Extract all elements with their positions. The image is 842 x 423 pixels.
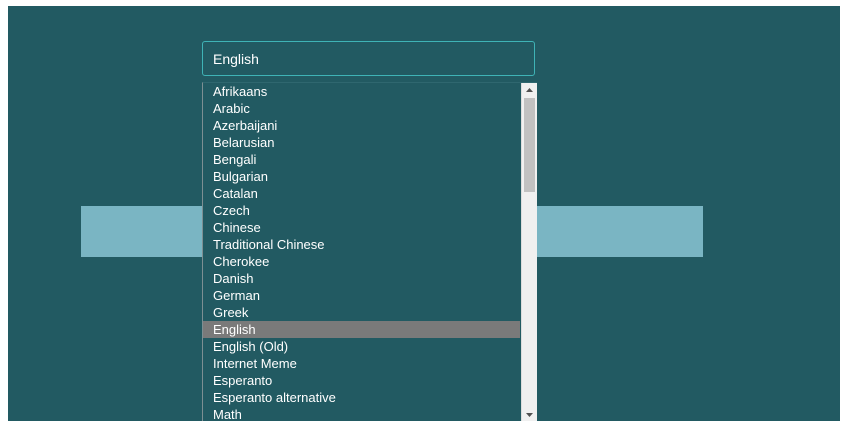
language-option[interactable]: Traditional Chinese [203, 236, 520, 253]
language-option[interactable]: English [203, 321, 520, 338]
language-option[interactable]: Cherokee [203, 253, 520, 270]
dropdown-scrollbar[interactable] [521, 83, 537, 421]
language-option[interactable]: Danish [203, 270, 520, 287]
language-option[interactable]: Greek [203, 304, 520, 321]
language-option[interactable]: Czech [203, 202, 520, 219]
language-option[interactable]: Bengali [203, 151, 520, 168]
language-option[interactable]: Azerbaijani [203, 117, 520, 134]
language-option[interactable]: Esperanto alternative [203, 389, 520, 406]
scroll-up-arrow-icon[interactable] [522, 83, 537, 97]
language-select[interactable]: English [202, 41, 535, 76]
language-option[interactable]: German [203, 287, 520, 304]
language-dropdown-list[interactable]: Afrikaans Arabic Azerbaijani Belarusian Beng… [202, 82, 537, 421]
scroll-down-arrow-icon[interactable] [522, 408, 537, 421]
language-option[interactable]: Catalan [203, 185, 520, 202]
language-option[interactable]: English (Old) [203, 338, 520, 355]
language-option[interactable]: Internet Meme [203, 355, 520, 372]
language-option[interactable]: Arabic [203, 100, 520, 117]
language-option[interactable]: Esperanto [203, 372, 520, 389]
language-option[interactable]: Bulgarian [203, 168, 520, 185]
language-option[interactable]: Afrikaans [203, 83, 520, 100]
app-window: English Afrikaans Arabic Azerbaijani Belaru… [8, 6, 840, 421]
language-options: Afrikaans Arabic Azerbaijani Belarusian Beng… [203, 83, 520, 421]
language-option[interactable]: Belarusian [203, 134, 520, 151]
scroll-thumb[interactable] [524, 98, 535, 192]
language-select-value: English [213, 51, 259, 67]
language-option[interactable]: Chinese [203, 219, 520, 236]
language-option[interactable]: Math [203, 406, 520, 421]
